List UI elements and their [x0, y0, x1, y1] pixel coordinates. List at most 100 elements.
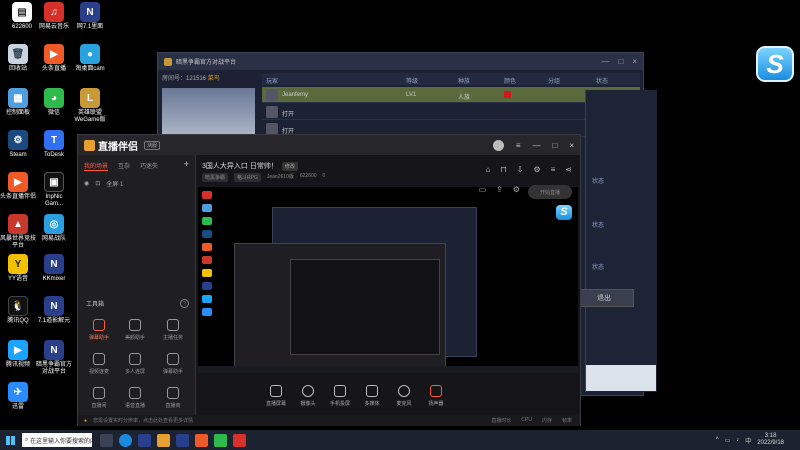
desktop-icon-recycle-bin[interactable]: 🗑 回收站 — [0, 44, 36, 73]
tool-voice[interactable]: 语音直播 — [118, 387, 152, 409]
steam-icon: ⚙ — [8, 130, 28, 150]
tool-video-link[interactable]: 视频连麦 — [82, 353, 116, 375]
settings-icon[interactable]: ⚙ — [513, 185, 520, 194]
desktop-icon-netease-team[interactable]: ◎ 网易战队 — [36, 214, 72, 243]
desktop-icon-storm-platform[interactable]: ▲ 风暴世界竞技平台 — [0, 214, 36, 250]
desktop-icon-qq[interactable]: 🐧 腾讯QQ — [0, 296, 36, 325]
control-phone[interactable]: 手机投屏 — [324, 385, 356, 407]
close-button[interactable]: × — [569, 141, 574, 150]
desktop-icon-toutiao-live[interactable]: ▶ 头条直播 — [36, 44, 72, 73]
tool-label: 语音直播 — [124, 403, 145, 409]
desktop-icon-xunlei[interactable]: ✈ 迅雷 — [0, 382, 36, 411]
start-button[interactable] — [0, 430, 20, 450]
gift-icon[interactable]: ⌂ — [486, 165, 491, 174]
volume-icon[interactable]: ♪ — [736, 437, 739, 443]
desktop-icon-toutiao-assistant[interactable]: ▶ 头条直播伴侣 — [0, 172, 36, 201]
tool-multi-screen[interactable]: 多人连屏 — [118, 353, 152, 375]
user-avatar[interactable] — [492, 139, 504, 151]
clock[interactable]: 3:18 2022/9/18 — [757, 433, 784, 447]
menu-icon[interactable]: ≡ — [516, 141, 521, 150]
desktop-icon-622600[interactable]: ▤ 622600 — [4, 2, 40, 31]
game-icon[interactable] — [176, 433, 189, 447]
edit-title-button[interactable]: 修改 — [281, 161, 298, 171]
desktop-icon-daoying[interactable]: N 7.1道影解元 — [36, 296, 72, 325]
desktop-icon-label: 淘桌面cam — [75, 66, 105, 72]
maximize-button[interactable]: □ — [552, 141, 557, 150]
app-name: 直播伴侣 — [98, 141, 138, 153]
table-row[interactable]: Jeanfemy LV1 人族 — [262, 87, 640, 103]
eye-icon[interactable]: ◉ — [84, 180, 89, 187]
share-icon[interactable]: ⇪ — [496, 185, 503, 194]
lock-icon[interactable]: ⊡ — [95, 180, 100, 187]
status-warning[interactable]: 您需设置实时分辨率，点击此处查看更多详情 — [93, 417, 193, 424]
tab-interact[interactable]: 互杂 — [118, 161, 130, 171]
close-button[interactable]: × — [632, 57, 637, 66]
desktop-icon-steam[interactable]: ⚙ Steam — [0, 130, 36, 159]
toutiao-icon[interactable] — [195, 433, 208, 447]
tool-task[interactable]: 主播任务 — [156, 319, 190, 341]
desktop-icon-netease-music[interactable]: ♫ 网易云音乐 — [36, 2, 72, 31]
control-mic[interactable]: 麦克风 — [388, 385, 420, 407]
table-row[interactable]: 打开 — [262, 104, 640, 120]
video-link-icon — [93, 353, 105, 365]
tool-label: 弹幕助手 — [162, 369, 183, 375]
control-media[interactable]: 多媒体 — [356, 385, 388, 407]
minimize-button[interactable]: — — [532, 141, 540, 150]
tab-tips[interactable]: 巧迷失 — [140, 161, 158, 171]
desktop-icon-todesk[interactable]: T ToDesk — [36, 130, 72, 159]
network-icon[interactable]: ▭ — [725, 437, 731, 444]
desktop-icon-wechat[interactable]: ◕ 微信 — [36, 88, 72, 117]
danmu-icon — [93, 319, 105, 331]
desktop-icon-dota-map[interactable]: N 网7.1里面 — [72, 2, 108, 31]
menu-icon[interactable]: ≡ — [551, 165, 556, 174]
header-race: 种族 — [458, 79, 471, 85]
player-table-header: 玩家 等级 种族 颜色 分组 状态 — [262, 73, 640, 85]
download-icon[interactable]: ⇩ — [517, 165, 524, 174]
edge-icon[interactable] — [119, 433, 132, 447]
s-app-icon[interactable]: S — [756, 46, 794, 82]
desktop-icon-kkmixer[interactable]: N KKmixer — [36, 254, 72, 283]
live-icon: ▶ — [44, 44, 64, 64]
wechat-icon[interactable] — [214, 433, 227, 447]
tool-danmu[interactable]: 弹幕助手 — [82, 319, 116, 341]
add-scene-button[interactable]: + — [184, 160, 189, 171]
help-icon[interactable]: ? — [180, 299, 189, 308]
tool-room[interactable]: 直播间 — [82, 387, 116, 409]
maximize-button[interactable]: □ — [618, 57, 623, 66]
desktop-icon-wegame[interactable]: L 英雄联盟WeGame版 — [72, 88, 108, 124]
share-icon[interactable]: ⋖ — [565, 165, 572, 174]
yy-icon: Y — [8, 254, 28, 274]
media-icon — [366, 385, 378, 397]
desktop-icon-control-panel[interactable]: ▦ 控制面板 — [0, 88, 36, 117]
exit-button[interactable]: 退出 — [574, 289, 634, 307]
tool-danmu-2[interactable]: 弹幕助手 — [156, 353, 190, 375]
control-screen[interactable]: 直播屏幕 — [260, 385, 292, 407]
player-level: LV1 — [406, 92, 417, 98]
lock-icon[interactable]: ⊓ — [501, 165, 507, 174]
player-race: 人族 — [458, 95, 471, 101]
record-icon[interactable]: ▭ — [479, 185, 487, 194]
tool-beauty[interactable]: 美颜助手 — [118, 319, 152, 341]
tool-shop[interactable]: 直播商 — [156, 387, 190, 409]
control-speaker[interactable]: 扬声器 — [420, 385, 452, 407]
live-assistant-icon[interactable] — [157, 433, 170, 447]
music-icon[interactable] — [233, 433, 246, 447]
minimize-button[interactable]: — — [601, 57, 609, 66]
desktop-icon-yy[interactable]: Y YY语音 — [0, 254, 36, 283]
taskbar-search[interactable]: ⌕ 在这里输入你要搜索的内容 — [22, 433, 92, 447]
scene-item[interactable]: ◉ ⊡ 全屏 1 — [78, 171, 195, 196]
desktop-icon-anhei-platform[interactable]: N 暗黑争霸官方对战平台 — [36, 340, 72, 376]
settings-icon[interactable]: ⚙ — [533, 165, 540, 174]
control-camera[interactable]: 摄像头 — [292, 385, 324, 407]
task-view-icon[interactable] — [100, 433, 113, 447]
desktop-icon-tencent-video[interactable]: ▶ 腾讯视频 — [0, 340, 36, 369]
ime-icon[interactable]: 中 — [745, 436, 751, 445]
game-icon[interactable] — [138, 433, 151, 447]
stream-tags: 暗黑争霸 格斗RPG Jean2610版 622600 0 — [202, 173, 325, 182]
start-live-button[interactable]: 开始直播 — [528, 185, 572, 199]
room-icon — [93, 387, 105, 399]
desktop-icon-inpnic[interactable]: ▣ InpNic Gam... — [36, 172, 72, 208]
tab-my-scenes[interactable]: 我的场景 — [84, 161, 109, 171]
chevron-up-icon[interactable]: ^ — [716, 437, 719, 443]
desktop-icon-cam[interactable]: ● 淘桌面cam — [72, 44, 108, 73]
